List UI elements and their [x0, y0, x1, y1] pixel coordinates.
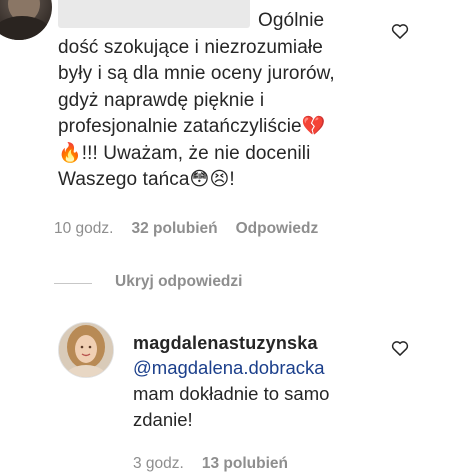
reply-text: mam dokładnie to samo zdanie! — [133, 383, 330, 430]
reply-time[interactable]: 3 godz. — [133, 455, 184, 473]
commenter-avatar[interactable] — [0, 0, 52, 40]
replies-divider — [54, 283, 92, 284]
comment-text: dość szokujące i niezrozumiałe były i są… — [58, 36, 335, 191]
comment-time[interactable]: 10 godz. — [54, 220, 113, 238]
comment-meta: 10 godz. 32 polubień Odpowiedz — [54, 220, 318, 238]
like-reply-button[interactable] — [390, 338, 410, 358]
reply-body: @magdalena.dobracka mam dokładnie to samo… — [133, 355, 383, 433]
mention-link[interactable]: @magdalena.dobracka — [133, 355, 383, 381]
reply-meta: 3 godz. 13 polubień — [133, 455, 288, 473]
comment-first-line: Ogólnie — [258, 10, 325, 31]
comment-body: Ogólnie dość szokujące i niezrozumiałe by… — [58, 8, 348, 194]
reply-likes[interactable]: 13 polubień — [202, 455, 288, 473]
reply-username[interactable]: magdalenastuzynska — [133, 333, 318, 354]
reply-avatar[interactable] — [58, 322, 114, 378]
reply-button[interactable]: Odpowiedz — [236, 220, 319, 238]
comment-likes[interactable]: 32 polubień — [131, 220, 217, 238]
heart-outline-icon — [391, 24, 409, 39]
like-comment-button[interactable] — [390, 21, 410, 41]
hide-replies-button[interactable]: Ukryj odpowiedzi — [115, 273, 242, 291]
heart-outline-icon — [391, 341, 409, 356]
